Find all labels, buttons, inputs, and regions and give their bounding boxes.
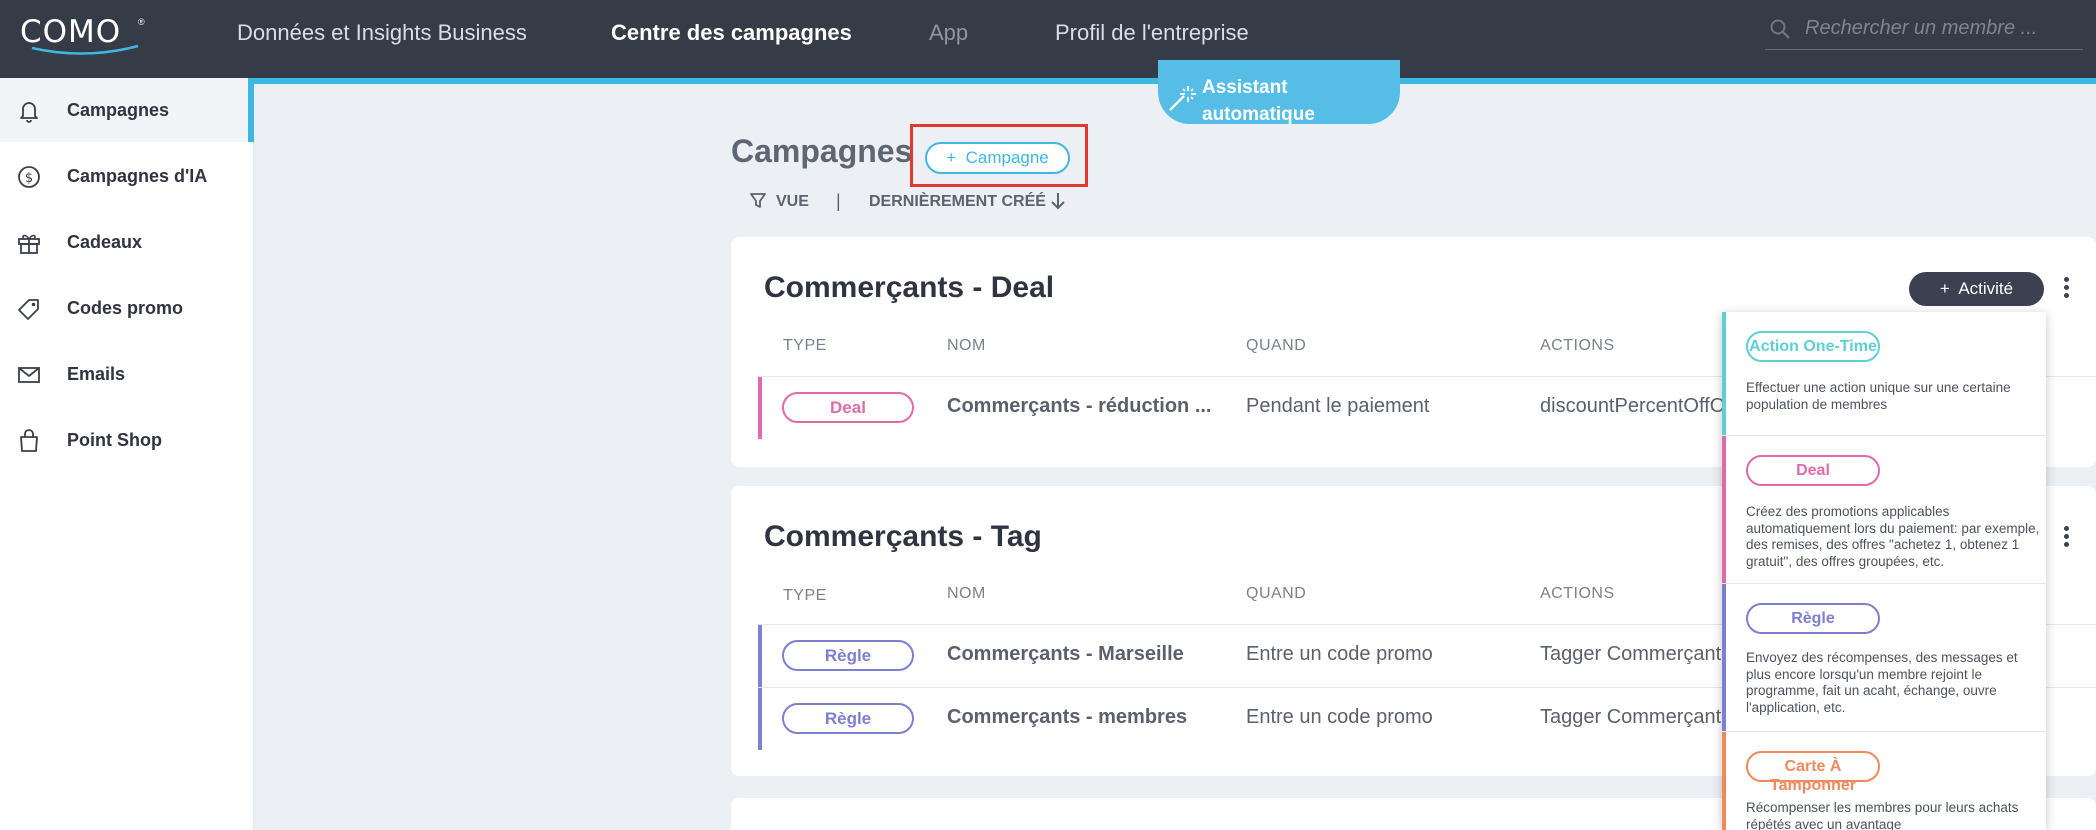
- sidebar-item-label: Emails: [67, 363, 126, 384]
- campaign-title[interactable]: Commerçants - Tag: [764, 520, 1042, 554]
- nav-campaign-center[interactable]: Centre des campagnes: [611, 20, 852, 46]
- menu-item-description: Effectuer une action unique sur une cert…: [1746, 380, 2011, 412]
- logo-swoosh-icon: [31, 44, 139, 55]
- menu-item-description: Envoyez des récompenses, des messages et…: [1746, 650, 2018, 715]
- svg-text:$: $: [25, 171, 33, 186]
- campaign-name: Commerçants - Marseille: [947, 643, 1184, 665]
- sidebar-item-label: Campagnes d'IA: [67, 165, 208, 186]
- add-campaign-button[interactable]: + Campagne: [925, 142, 1070, 174]
- sidebar-item-label: Campagnes: [67, 99, 170, 120]
- arrow-down-icon[interactable]: [1050, 191, 1066, 211]
- add-activity-button[interactable]: + Activité: [1909, 272, 2044, 306]
- campaign-name: Commerçants - réduction ...: [947, 395, 1212, 417]
- sidebar-item-gifts[interactable]: Cadeaux: [0, 210, 254, 274]
- sidebar-item-label: Point Shop: [67, 429, 162, 450]
- type-badge: Deal: [1746, 455, 1880, 486]
- gift-icon: [18, 234, 40, 254]
- type-badge: Action One-Time: [1746, 331, 1880, 362]
- more-options-icon[interactable]: [2061, 526, 2071, 552]
- menu-item-description: Créez des promotions applicables automat…: [1746, 504, 2040, 569]
- col-when: QUAND: [1246, 337, 1307, 354]
- dollar-circle-icon: $: [18, 166, 40, 188]
- type-color-bar: [1722, 312, 1726, 435]
- type-badge: Règle: [782, 640, 914, 671]
- sidebar-item-campaigns[interactable]: Campagnes: [0, 78, 254, 142]
- campaign-when: Entre un code promo: [1246, 706, 1433, 728]
- view-filter[interactable]: VUE: [776, 193, 809, 211]
- sidebar-item-label: Codes promo: [67, 297, 184, 318]
- filter-icon[interactable]: [749, 192, 767, 210]
- col-name: NOM: [947, 585, 986, 602]
- nav-company-profile[interactable]: Profil de l'entreprise: [1055, 20, 1249, 46]
- campaign-actions: Tagger Commerçant: [1540, 706, 1722, 728]
- col-type: TYPE: [783, 587, 827, 604]
- type-badge: Règle: [1746, 603, 1880, 634]
- type-color-bar: [758, 625, 762, 687]
- add-activity-label: Activité: [1958, 279, 2014, 298]
- menu-item-punch-card[interactable]: Carte À Tamponner Récompenser les membre…: [1722, 732, 2046, 830]
- activity-type-menu: Action One-Time Effectuer une action uni…: [1722, 312, 2046, 830]
- type-badge: Règle: [782, 703, 914, 734]
- campaign-actions: discountPercentOffO: [1540, 395, 1726, 417]
- sidebar-item-emails[interactable]: Emails: [0, 342, 254, 406]
- type-badge: Carte À Tamponner: [1746, 751, 1880, 794]
- page-title: Campagnes: [731, 133, 913, 169]
- sidebar: Campagnes $ Campagnes d'IA Cadeaux Codes…: [0, 78, 254, 830]
- col-name: NOM: [947, 337, 986, 354]
- campaign-title[interactable]: Commerçants - Deal: [764, 271, 1054, 305]
- type-color-bar: [1722, 732, 1726, 830]
- sidebar-item-point-shop[interactable]: Point Shop: [0, 408, 254, 472]
- tag-icon: [18, 299, 39, 320]
- menu-item-rule[interactable]: Règle Envoyez des récompenses, des messa…: [1722, 584, 2046, 732]
- sidebar-item-label: Cadeaux: [67, 231, 143, 252]
- campaign-when: Entre un code promo: [1246, 643, 1433, 665]
- menu-item-one-time-action[interactable]: Action One-Time Effectuer une action uni…: [1722, 312, 2046, 436]
- type-color-bar: [1722, 436, 1726, 583]
- col-actions: ACTIONS: [1540, 585, 1615, 602]
- menu-item-deal[interactable]: Deal Créez des promotions applicables au…: [1722, 436, 2046, 584]
- type-color-bar: [758, 688, 762, 750]
- sort-selector[interactable]: DERNIÈREMENT CRÉÉ: [869, 193, 1046, 211]
- auto-assistant-button[interactable]: Assistant automatique: [1158, 60, 1400, 125]
- add-campaign-label: Campagne: [965, 148, 1049, 167]
- col-when: QUAND: [1246, 585, 1307, 602]
- search-input[interactable]: [1805, 16, 2075, 40]
- plus-icon: +: [946, 148, 966, 167]
- filter-separator: |: [836, 191, 841, 211]
- nav-app[interactable]: App: [929, 20, 968, 46]
- campaign-when: Pendant le paiement: [1246, 395, 1430, 417]
- search-icon: [1770, 19, 1790, 39]
- campaign-actions: Tagger Commerçant: [1540, 643, 1722, 665]
- col-actions: ACTIONS: [1540, 337, 1615, 354]
- registered-mark: ®: [138, 17, 145, 27]
- nav-business-insights[interactable]: Données et Insights Business: [237, 20, 527, 46]
- como-logo[interactable]: COMO ®: [20, 14, 145, 55]
- col-type: TYPE: [783, 337, 827, 354]
- menu-item-description: Récompenser les membres pour leurs achat…: [1746, 800, 2019, 830]
- bell-icon: [20, 102, 38, 123]
- more-options-icon[interactable]: [2061, 277, 2071, 303]
- campaign-name: Commerçants - membres: [947, 706, 1188, 728]
- magic-wand-icon: [1169, 86, 1196, 111]
- shopping-bag-icon: [20, 429, 38, 452]
- envelope-icon: [18, 367, 40, 383]
- type-color-bar: [1722, 584, 1726, 731]
- sidebar-item-promo-codes[interactable]: Codes promo: [0, 276, 254, 340]
- sidebar-item-ai-campaigns[interactable]: $ Campagnes d'IA: [0, 144, 254, 208]
- top-bar: COMO ® Données et Insights Business Cent…: [0, 0, 2096, 78]
- plus-icon: +: [1939, 279, 1959, 298]
- type-badge: Deal: [782, 392, 914, 423]
- type-color-bar: [758, 377, 762, 439]
- assistant-label: Assistant automatique: [1202, 77, 1315, 125]
- member-search: [1765, 10, 2083, 50]
